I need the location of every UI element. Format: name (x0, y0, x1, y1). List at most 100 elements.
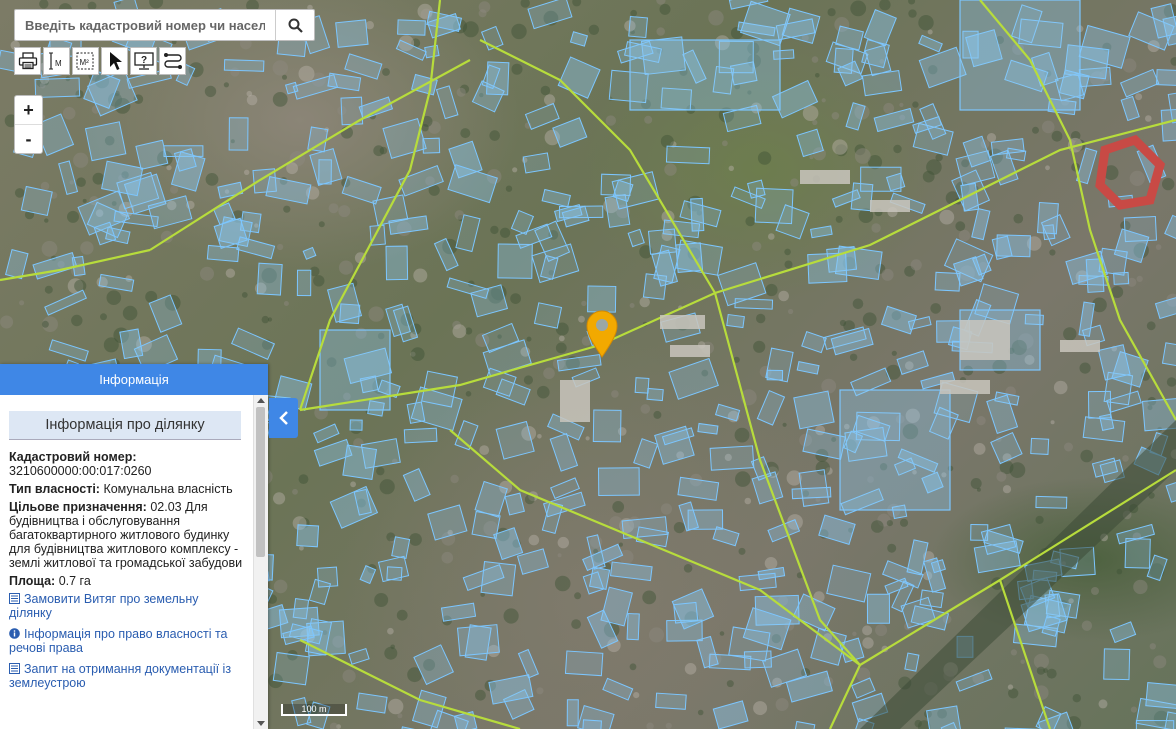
terrain-texture (390, 644, 396, 650)
help-button[interactable]: ? (130, 47, 157, 75)
cadastral-parcel (1087, 390, 1112, 419)
scrollbar-thumb[interactable] (256, 407, 265, 557)
cadastral-parcel (504, 492, 525, 516)
terrain-texture (970, 478, 982, 489)
terrain-texture (396, 609, 408, 621)
terrain-texture (1146, 321, 1156, 331)
terrain-texture (1013, 213, 1024, 224)
cadastral-parcel (919, 589, 944, 609)
terrain-texture (1008, 688, 1019, 699)
terrain-texture (273, 492, 286, 505)
terrain-texture (1170, 57, 1176, 66)
cadastral-parcel-large (629, 39, 781, 111)
road-line (299, 118, 1176, 412)
terrain-texture (479, 445, 490, 455)
terrain-texture (1009, 462, 1026, 478)
cadastral-parcel (440, 602, 477, 622)
terrain-texture (1081, 620, 1093, 631)
terrain-texture (543, 367, 555, 380)
cadastral-parcel (402, 468, 431, 502)
cadastral-parcel (1119, 68, 1160, 98)
terrain-texture (821, 98, 826, 103)
cadastral-parcel (541, 188, 571, 208)
measure-area-button[interactable]: M² (72, 47, 99, 75)
terrain-texture (1007, 684, 1014, 690)
panel-scrollbar[interactable] (253, 395, 268, 729)
terrain-texture (510, 293, 521, 304)
select-pointer-button[interactable] (101, 47, 128, 75)
terrain-texture (852, 298, 864, 310)
terrain-texture (572, 0, 582, 7)
cadastral-parcel (673, 601, 699, 624)
terrain-texture (735, 471, 751, 487)
terrain-texture (409, 533, 422, 546)
building-roof (660, 315, 705, 329)
terrain-texture (646, 722, 654, 729)
search-input[interactable] (15, 10, 275, 40)
cadastral-parcel (228, 117, 249, 151)
cadastral-parcel (447, 164, 498, 204)
terrain-texture (753, 340, 766, 353)
terrain-texture (862, 625, 873, 636)
terrain-texture (588, 24, 600, 35)
cadastral-parcel (480, 561, 517, 597)
terrain-texture (744, 497, 752, 505)
terrain-texture (926, 159, 942, 175)
terrain-texture (1155, 244, 1162, 250)
cadastral-parcel-large (959, 0, 1081, 111)
terrain-texture (0, 315, 14, 329)
panel-body[interactable]: Інформація про ділянку Кадастровий номер… (0, 395, 254, 729)
terrain-texture (1136, 275, 1143, 282)
ownership-rights-link[interactable]: Інформація про право власності та речові… (9, 627, 244, 655)
terrain-texture (1145, 115, 1152, 122)
terrain-texture (656, 27, 665, 36)
cadastral-parcel (1164, 214, 1176, 244)
search-bar (14, 9, 315, 41)
terrain-texture (1002, 485, 1012, 494)
terrain-texture (871, 520, 884, 533)
terrain-texture (640, 404, 651, 414)
search-button[interactable] (275, 10, 314, 40)
terrain-texture (605, 115, 616, 126)
terrain-texture (708, 10, 724, 26)
route-button[interactable] (159, 47, 186, 75)
cadastral-parcel (696, 635, 719, 669)
cadastral-parcel (798, 469, 830, 507)
cadastral-parcel (918, 34, 943, 53)
cadastral-parcel (308, 578, 332, 606)
terrain-texture (910, 259, 922, 271)
order-extract-link[interactable]: Замовити Витяг про земельну ділянку (9, 592, 244, 620)
terrain-texture (812, 119, 818, 126)
print-button[interactable] (14, 47, 41, 75)
measure-length-button[interactable]: M (43, 47, 70, 75)
terrain-texture (871, 223, 881, 233)
terrain-texture (272, 60, 288, 76)
land-documentation-link[interactable]: Запит на отримання документації із земле… (9, 662, 244, 690)
cadastral-parcel (557, 56, 601, 99)
scroll-down-arrow[interactable] (257, 721, 265, 726)
collapse-panel-button[interactable] (269, 398, 298, 438)
cadastral-parcel (1135, 719, 1175, 729)
cadastral-parcel (810, 225, 833, 239)
terrain-texture (338, 205, 351, 218)
terrain-texture (368, 306, 384, 322)
cadastral-parcel (712, 700, 749, 729)
cadastral-parcel (791, 720, 816, 729)
zoom-in-button[interactable]: + (15, 96, 42, 124)
terrain-texture (39, 0, 49, 9)
cadastral-parcel (531, 243, 580, 284)
zoom-out-button[interactable]: - (15, 124, 42, 153)
terrain-texture (782, 422, 787, 427)
terrain-texture (478, 1, 491, 13)
scroll-up-arrow[interactable] (257, 398, 265, 403)
terrain-texture (318, 221, 325, 228)
cadastral-parcel (569, 31, 589, 47)
terrain-texture (697, 709, 704, 716)
cadastral-parcel (5, 248, 29, 280)
terrain-texture (298, 65, 315, 82)
cadastral-parcel (709, 445, 755, 471)
terrain-texture (490, 225, 499, 235)
cadastral-parcel (356, 692, 388, 714)
cadastral-parcel (918, 46, 967, 89)
cadastral-parcel (592, 409, 622, 443)
